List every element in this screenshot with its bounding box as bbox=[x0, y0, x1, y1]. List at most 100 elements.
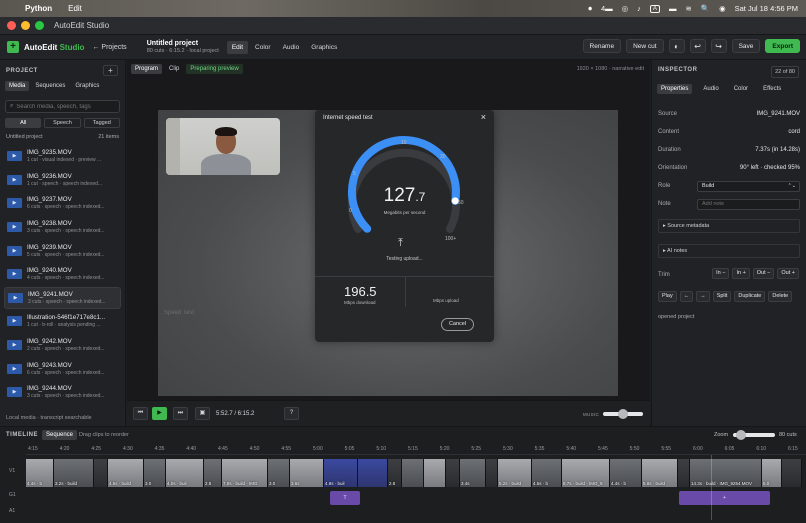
timeline-clip[interactable]: 3.6s bbox=[290, 459, 324, 487]
menu-app-name[interactable]: Python bbox=[25, 4, 52, 13]
export-button[interactable]: Export bbox=[765, 39, 800, 53]
record-icon[interactable]: ⏺ bbox=[588, 4, 592, 14]
save-button[interactable]: Save bbox=[731, 39, 761, 53]
timeline-ruler[interactable]: 4:15 4:20 4:25 4:30 4:35 4:40 4:45 4:50 4:55 5:00… bbox=[26, 445, 806, 455]
media-list-item[interactable]: ▶ IMG_9237.MOV 6 cuts · speech · speech in… bbox=[4, 192, 121, 215]
music-icon[interactable]: ♪ bbox=[637, 4, 641, 13]
skip-back-icon[interactable]: ⏮ bbox=[133, 407, 148, 420]
display-icon[interactable]: ▬ bbox=[669, 4, 677, 13]
battery-icon[interactable]: 4▬ bbox=[601, 4, 613, 13]
music-volume-handle[interactable] bbox=[618, 409, 628, 419]
timeline-clip[interactable]: 4.4s · b bbox=[610, 459, 642, 487]
undo-icon[interactable]: ↩ bbox=[689, 39, 706, 53]
tab-clip[interactable]: Clip bbox=[165, 64, 183, 74]
media-list-item[interactable]: ▶ Illustration-546f1e717e8c1... 1 cut · b-… bbox=[4, 310, 121, 333]
timeline-clip[interactable]: 4.0s · buil bbox=[166, 459, 204, 487]
trim-out-minus-button[interactable]: Out − bbox=[752, 268, 775, 279]
trim-out-plus-button[interactable]: Out + bbox=[777, 268, 799, 279]
add-media-button[interactable]: + bbox=[103, 65, 118, 76]
timeline-clip[interactable]: 4.4s · b bbox=[26, 459, 54, 487]
tab-color[interactable]: Color bbox=[250, 41, 276, 54]
spotlight-icon[interactable]: 🔍 bbox=[701, 4, 710, 13]
graphic-clip[interactable]: T bbox=[330, 491, 360, 505]
close-window-button[interactable] bbox=[7, 21, 16, 30]
trim-in-plus-button[interactable]: In + bbox=[732, 268, 750, 279]
timeline-clip[interactable] bbox=[424, 459, 446, 487]
tab-effects[interactable]: Effects bbox=[759, 84, 785, 94]
media-list-item[interactable]: ▶ IMG_9243.MOV 6 cuts · speech · speech in… bbox=[4, 357, 121, 380]
help-button[interactable]: ? bbox=[284, 407, 299, 420]
back-to-projects-link[interactable]: ← Projects bbox=[92, 44, 126, 51]
filter-tagged[interactable]: Tagged bbox=[83, 118, 120, 128]
timeline-clip[interactable]: 5.2s · build bbox=[498, 459, 532, 487]
control-center-icon[interactable]: ◉ bbox=[719, 4, 726, 13]
delete-button[interactable]: Delete bbox=[768, 291, 793, 302]
timeline-playhead[interactable] bbox=[711, 455, 712, 520]
tab-properties[interactable]: Properties bbox=[657, 84, 693, 94]
timeline-clip[interactable] bbox=[446, 459, 460, 487]
media-list-item[interactable]: ▶ IMG_9240.MOV 4 cuts · speech · speech in… bbox=[4, 263, 121, 286]
timeline-clip[interactable]: 2.8 bbox=[204, 459, 222, 487]
menu-clock[interactable]: Sat Jul 18 4:56 PM bbox=[735, 4, 798, 13]
new-cut-button[interactable]: New cut bbox=[626, 39, 664, 53]
timeline-clip[interactable]: 4.5s · b bbox=[532, 459, 562, 487]
tab-inspector-audio[interactable]: Audio bbox=[699, 84, 722, 94]
role-select[interactable]: Build ⌃⌄ bbox=[697, 181, 800, 192]
source-metadata-expander[interactable]: ▸ Source metadata bbox=[658, 219, 800, 233]
timeline-clip[interactable] bbox=[678, 459, 690, 487]
input-source-icon[interactable]: A bbox=[649, 4, 660, 13]
tab-audio[interactable]: Audio bbox=[278, 41, 305, 54]
tab-media[interactable]: Media bbox=[5, 81, 30, 91]
note-input[interactable] bbox=[702, 201, 797, 207]
split-button[interactable]: Split bbox=[712, 291, 732, 302]
timeline-clip[interactable] bbox=[94, 459, 108, 487]
timeline-clip[interactable]: 7.8s · build · IMG bbox=[222, 459, 268, 487]
timeline-clip[interactable]: 4.5s · build bbox=[108, 459, 144, 487]
timeline-clip[interactable]: 5.8s · build bbox=[642, 459, 678, 487]
focus-icon[interactable]: ◎ bbox=[622, 4, 629, 13]
timeline-clip[interactable]: 3.0 bbox=[144, 459, 166, 487]
duplicate-button[interactable]: Duplicate bbox=[734, 291, 766, 302]
timeline-clip[interactable]: 8.7s · build · IMG_9 bbox=[562, 459, 610, 487]
timeline-clip[interactable]: 2.8 bbox=[388, 459, 402, 487]
media-search-input[interactable] bbox=[16, 103, 117, 110]
tab-sequence[interactable]: Sequence bbox=[42, 430, 78, 440]
media-list-item[interactable]: ▶ IMG_9239.MOV 5 cuts · speech · speech in… bbox=[4, 239, 121, 262]
move-right-button[interactable]: → bbox=[696, 291, 710, 302]
timeline-clip[interactable]: 5.0 bbox=[762, 459, 782, 487]
tab-sequences[interactable]: Sequences bbox=[31, 81, 69, 91]
tab-inspector-color[interactable]: Color bbox=[730, 84, 752, 94]
media-list-item[interactable]: ▶ IMG_9244.MOV 3 cuts · speech · speech in… bbox=[4, 381, 121, 404]
play-clip-button[interactable]: Play bbox=[658, 291, 677, 302]
move-left-button[interactable]: ← bbox=[679, 291, 694, 302]
timeline-clip[interactable]: 3.4s bbox=[460, 459, 486, 487]
tab-sidebar-graphics[interactable]: Graphics bbox=[71, 81, 103, 91]
minimize-window-button[interactable] bbox=[21, 21, 30, 30]
timeline-clip[interactable] bbox=[358, 459, 388, 487]
tab-graphics[interactable]: Graphics bbox=[306, 41, 342, 54]
graphic-clip[interactable]: + bbox=[679, 491, 770, 505]
zoom-slider-handle[interactable] bbox=[736, 430, 747, 440]
contrast-toggle-icon[interactable]: ◐ bbox=[668, 39, 685, 53]
media-list-item[interactable]: ▶ IMG_9242.MOV 2 cuts · speech · speech in… bbox=[4, 334, 121, 357]
trim-in-minus-button[interactable]: In − bbox=[712, 268, 730, 279]
tab-program[interactable]: Program bbox=[131, 64, 163, 74]
filter-speech[interactable]: Speech bbox=[44, 118, 81, 128]
ai-notes-expander[interactable]: ▸ AI notes bbox=[658, 244, 800, 258]
timeline-clip[interactable] bbox=[402, 459, 424, 487]
play-button[interactable]: ▶ bbox=[152, 407, 167, 420]
media-list-item[interactable]: ▶ IMG_9238.MOV 3 cuts · speech · speech in… bbox=[4, 216, 121, 239]
tab-edit[interactable]: Edit bbox=[226, 40, 249, 54]
wifi-icon[interactable]: ≋ bbox=[685, 4, 691, 13]
rename-button[interactable]: Rename bbox=[582, 39, 622, 53]
menu-edit[interactable]: Edit bbox=[68, 4, 82, 13]
filter-all[interactable]: All bbox=[5, 118, 42, 128]
timeline-clip[interactable]: 14.3s · build · IMG_9254.MOV bbox=[690, 459, 762, 487]
timeline-clip[interactable]: 3.2s · build bbox=[54, 459, 94, 487]
frame-icon[interactable]: ▣ bbox=[195, 407, 210, 420]
redo-icon[interactable]: ↪ bbox=[710, 39, 727, 53]
timeline-clip[interactable] bbox=[486, 459, 498, 487]
timeline-clip[interactable]: 4.8s · buil bbox=[324, 459, 358, 487]
media-list-item[interactable]: ▶ IMG_9241.MOV 3 cuts · speech · speech in… bbox=[4, 286, 121, 310]
skip-forward-icon[interactable]: ⏭ bbox=[173, 407, 188, 420]
